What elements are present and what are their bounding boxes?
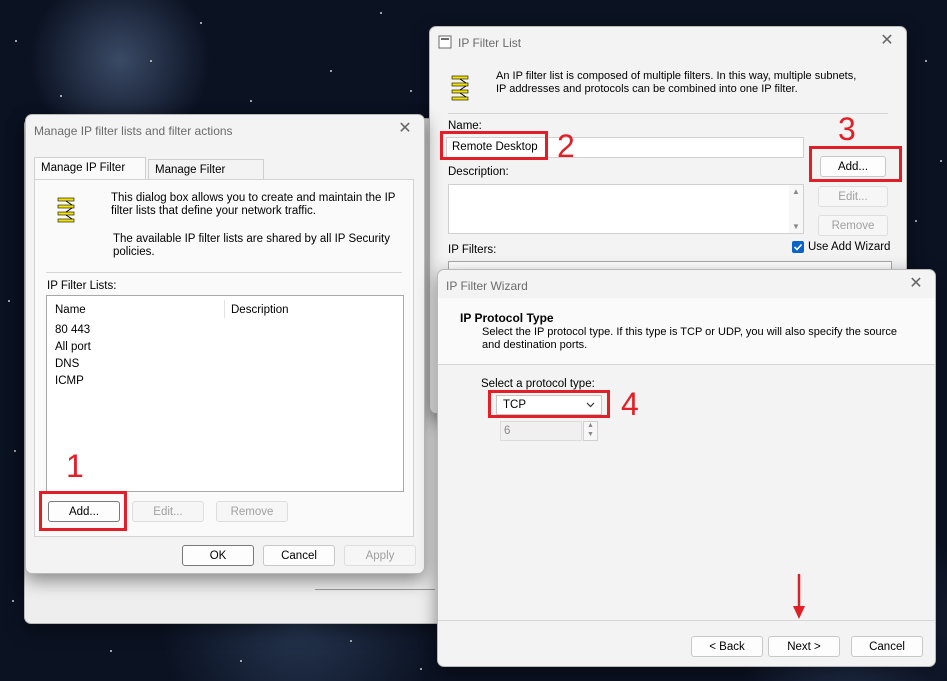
description-textarea[interactable]: ▲ ▼ — [448, 184, 804, 234]
column-header-name[interactable]: Name — [55, 304, 86, 316]
list-item[interactable]: All port — [55, 341, 91, 353]
scroll-up-icon[interactable]: ▲ — [792, 187, 800, 196]
edit-filter-button[interactable]: Edit... — [818, 186, 888, 207]
step-number-3: 3 — [838, 111, 856, 147]
divider — [46, 272, 402, 273]
step-number-4: 4 — [621, 386, 639, 422]
remove-button[interactable]: Remove — [216, 501, 288, 522]
tab-manage-filter-actions[interactable]: Manage Filter Actions — [148, 159, 264, 196]
ip-filter-wizard-dialog: IP Filter Wizard ✕ IP Protocol Type Sele… — [437, 269, 936, 667]
scrollbar[interactable]: ▲ ▼ — [789, 185, 803, 233]
divider — [315, 589, 435, 590]
filter-list-icon — [57, 197, 75, 223]
step-number-1: 1 — [66, 448, 84, 484]
dialog-description: An IP filter list is composed of multipl… — [496, 70, 857, 95]
scroll-down-icon[interactable]: ▼ — [792, 222, 800, 231]
column-header-description[interactable]: Description — [231, 304, 289, 316]
list-item[interactable]: 80 443 — [55, 324, 90, 336]
close-icon[interactable]: ✕ — [907, 275, 925, 293]
edit-button[interactable]: Edit... — [132, 501, 204, 522]
divider — [448, 113, 888, 114]
wizard-heading: IP Protocol Type — [460, 311, 554, 325]
cancel-button[interactable]: Cancel — [851, 636, 923, 657]
step-number-2: 2 — [557, 128, 575, 164]
column-divider — [224, 300, 225, 318]
close-icon[interactable]: ✕ — [396, 120, 414, 138]
list-item[interactable]: ICMP — [55, 375, 84, 387]
use-add-wizard-checkbox[interactable] — [792, 241, 804, 253]
list-item[interactable]: DNS — [55, 358, 79, 370]
arrow-down-icon — [793, 574, 805, 619]
annotation-box-protocol — [488, 390, 610, 418]
window-title: IP Filter List — [458, 36, 522, 50]
use-add-wizard-label: Use Add Wizard — [808, 241, 891, 253]
window-title: IP Filter Wizard — [446, 279, 528, 293]
description-label: Description: — [448, 166, 509, 178]
close-icon[interactable]: ✕ — [878, 32, 896, 50]
divider — [438, 620, 935, 621]
annotation-box-add — [39, 491, 127, 531]
cancel-button[interactable]: Cancel — [263, 545, 335, 566]
wizard-header: IP Protocol Type Select the IP protocol … — [438, 298, 935, 365]
checkmark-icon — [793, 243, 803, 251]
protocol-number-field: 6 — [500, 421, 582, 441]
apply-button[interactable]: Apply — [344, 545, 416, 566]
annotation-box-name — [440, 131, 548, 160]
dialog-description: This dialog box allows you to create and… — [111, 192, 396, 217]
window-title: Manage IP filter lists and filter action… — [34, 124, 233, 138]
protocol-number-spinner[interactable]: ▲ ▼ — [583, 421, 598, 441]
next-button[interactable]: Next > — [768, 636, 840, 657]
titlebar: Manage IP filter lists and filter action… — [26, 115, 424, 147]
ip-filter-lists-listview[interactable]: Name Description 80 443 All port DNS ICM… — [46, 295, 404, 492]
protocol-type-label: Select a protocol type: — [481, 378, 595, 390]
remove-filter-button[interactable]: Remove — [818, 215, 888, 236]
ok-button[interactable]: OK — [182, 545, 254, 566]
spin-down-icon[interactable]: ▼ — [587, 431, 594, 438]
back-button[interactable]: < Back — [691, 636, 763, 657]
ip-filter-lists-label: IP Filter Lists: — [47, 280, 117, 292]
window-icon — [438, 35, 452, 49]
shared-description: The available IP filter lists are shared… — [113, 233, 390, 258]
spin-up-icon[interactable]: ▲ — [587, 422, 594, 429]
titlebar: IP Filter List ✕ — [430, 27, 906, 59]
filter-list-icon — [451, 75, 469, 101]
protocol-number-value: 6 — [504, 425, 511, 437]
wizard-subheading: Select the IP protocol type. If this typ… — [482, 326, 897, 351]
tab-manage-ip-filter-lists[interactable]: Manage IP Filter Lists — [34, 157, 146, 194]
annotation-box-add-filter — [809, 146, 902, 182]
ip-filters-label: IP Filters: — [448, 244, 497, 256]
